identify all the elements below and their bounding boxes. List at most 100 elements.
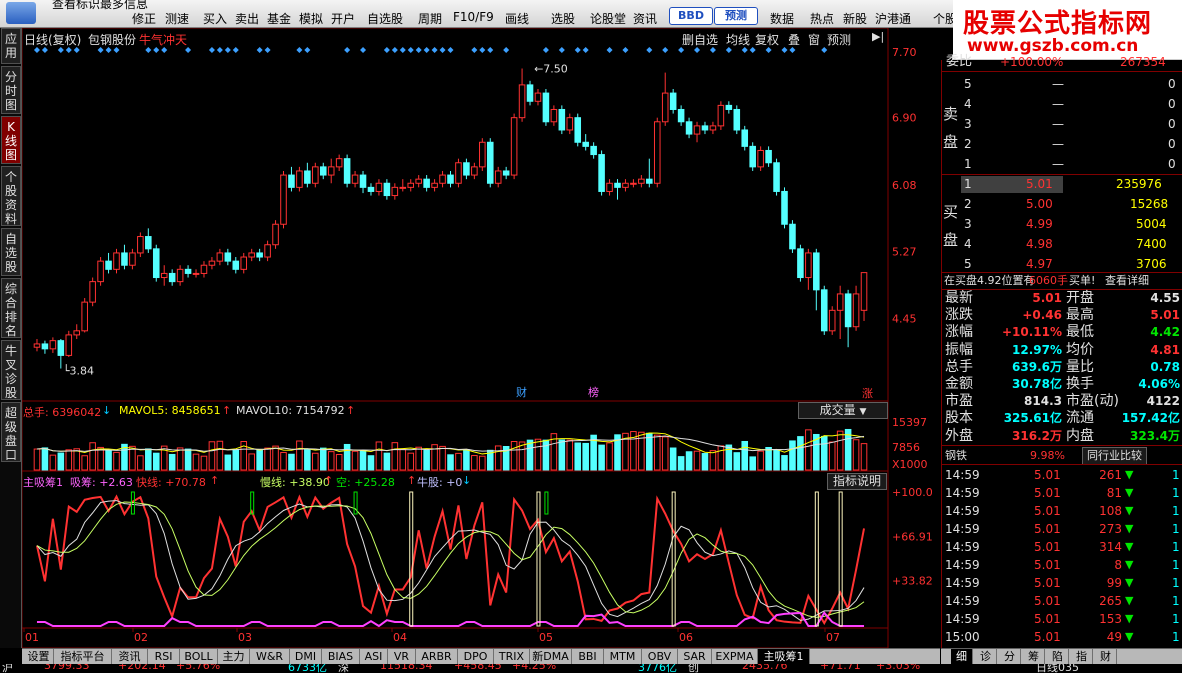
candle xyxy=(614,179,621,200)
signal-diamond xyxy=(574,47,581,53)
chart-header-button[interactable]: 窗 xyxy=(808,31,820,48)
toolbar-button[interactable]: 周期 xyxy=(418,10,442,26)
indicator-tab[interactable]: W&R xyxy=(250,649,290,665)
indicator-tab[interactable]: ASI xyxy=(360,649,388,665)
toolbar-button[interactable]: 数据 xyxy=(770,10,794,26)
indicator-tab[interactable]: OBV xyxy=(642,649,678,665)
chart-header-button[interactable]: 复权 xyxy=(755,31,779,48)
nav-tab[interactable]: 应用 xyxy=(1,28,21,64)
buy-level: 5 xyxy=(964,257,972,271)
nav-tab[interactable]: 牛叉诊股 xyxy=(1,340,21,400)
chart-header-button[interactable]: 删自选 xyxy=(682,31,718,48)
buy-label: 买盘 xyxy=(943,203,959,249)
divider xyxy=(942,71,1182,72)
candle xyxy=(304,162,311,188)
toolbar-button[interactable]: 画线 xyxy=(505,10,529,26)
indicator-tab[interactable]: 资讯 xyxy=(112,649,148,665)
candle xyxy=(296,166,303,192)
nav-tab[interactable]: 个股资料 xyxy=(1,166,21,226)
toolbar-button[interactable]: 自选股 xyxy=(367,10,403,26)
candle xyxy=(574,113,582,147)
chart-area[interactable]: 7.70 6.90 6.08 5.27 4.45 ←7.50 └3.84 财 榜 涨 15397 78… xyxy=(21,27,940,649)
industry-pct: 9.98% xyxy=(1030,449,1065,462)
indicator-tick-label: +33.82 xyxy=(892,575,933,588)
candle xyxy=(288,166,295,192)
toolbar-button[interactable]: 买入 xyxy=(203,10,227,26)
nav-tab[interactable]: K线图 xyxy=(1,116,21,164)
toolbar-button[interactable]: 资讯 xyxy=(633,10,657,26)
indicator-tab[interactable]: MTM xyxy=(604,649,642,665)
limit-up-marker[interactable]: 涨 xyxy=(862,387,873,400)
nav-tab[interactable]: 综合排名 xyxy=(1,278,21,338)
toolbar-button[interactable]: 模拟 xyxy=(299,10,323,26)
candle xyxy=(558,105,566,135)
candle xyxy=(319,162,327,180)
toolbar-button[interactable]: 修正 xyxy=(132,10,156,26)
toolbar-button[interactable]: 卖出 xyxy=(235,10,259,26)
status-item: +3.03% xyxy=(876,664,921,672)
toolbar-box-button[interactable]: BBD xyxy=(669,7,713,25)
brand-url: www.gszb.com.cn xyxy=(967,36,1139,56)
chart-header-button[interactable]: 叠 xyxy=(788,31,800,48)
nav-tab[interactable]: 超级盘口 xyxy=(1,402,21,462)
toolbar-button[interactable]: 测速 xyxy=(165,10,189,26)
indicator-tab[interactable]: BBI xyxy=(572,649,604,665)
indicator-tab[interactable]: 新DMA xyxy=(530,649,572,665)
quote-tab[interactable]: 分 xyxy=(999,649,1021,665)
volume-bar xyxy=(526,439,534,471)
indicator-tab[interactable]: EXPMA xyxy=(712,649,758,665)
indicator-help-button[interactable]: 指标说明 xyxy=(827,473,887,490)
toolbar-button[interactable]: 基金 xyxy=(267,10,291,26)
indicator-tab[interactable]: BOLL xyxy=(180,649,218,665)
toolbar-button[interactable]: F10/F9 xyxy=(453,10,494,26)
toolbar-button[interactable]: 开户 xyxy=(331,10,355,26)
volume-dropdown[interactable]: 成交量 ▼ xyxy=(798,402,888,419)
candle xyxy=(836,285,844,340)
indicator-tab[interactable]: TRIX xyxy=(494,649,530,665)
industry-compare-button[interactable]: 同行业比较 xyxy=(1082,447,1147,465)
volume-bar xyxy=(375,441,383,471)
nav-tab[interactable]: 自选股 xyxy=(1,228,21,276)
indicator-tab[interactable]: BIAS xyxy=(322,649,360,665)
indicator-tab[interactable]: 主力 xyxy=(218,649,250,665)
indicator-niugu: 牛股: +0 xyxy=(417,476,463,489)
candle xyxy=(145,228,152,253)
indicator-tab[interactable]: DMI xyxy=(290,649,322,665)
chart-header-button[interactable]: 预测 xyxy=(827,31,851,48)
kline-chart[interactable]: 7.70 6.90 6.08 5.27 4.45 ←7.50 └3.84 财 榜 涨 15397 78… xyxy=(21,27,940,649)
toolbar-box-button[interactable]: 预测 xyxy=(714,7,758,25)
candle xyxy=(335,154,343,171)
rank-marker[interactable]: 榜 xyxy=(588,385,599,399)
indicator-tab[interactable]: DPO xyxy=(458,649,494,665)
chart-menu-icon[interactable]: ▶| xyxy=(872,30,884,43)
quote-tab[interactable]: 筹 xyxy=(1023,649,1045,665)
indicator-tab[interactable]: 指标平台 xyxy=(54,649,112,665)
toolbar-button[interactable]: 热点 xyxy=(810,10,834,26)
indicator-tab[interactable]: ARBR xyxy=(416,649,458,665)
toolbar-button[interactable]: 选股 xyxy=(551,10,575,26)
quote-tab[interactable]: 财 xyxy=(1095,649,1117,665)
indicator-tab[interactable]: RSI xyxy=(148,649,180,665)
quote-tab[interactable]: 诊 xyxy=(975,649,997,665)
quote-tab[interactable]: 细 xyxy=(951,649,973,665)
status-item: 创 xyxy=(688,664,699,673)
toolbar-button[interactable]: 沪港通 xyxy=(875,10,911,26)
indicator-tab[interactable]: SAR xyxy=(678,649,712,665)
volume-bar xyxy=(781,455,788,471)
quote-tab[interactable]: 陷 xyxy=(1047,649,1069,665)
toolbar-button[interactable]: 论股堂 xyxy=(590,10,626,26)
indicator-tab[interactable]: 设置 xyxy=(24,649,54,665)
toolbar-button[interactable]: 新股 xyxy=(843,10,867,26)
buy-level: 4 xyxy=(964,237,972,251)
volume-bar xyxy=(439,445,446,471)
indicator-tab[interactable]: VR xyxy=(388,649,416,665)
indicator-tab[interactable]: 主吸筹1 xyxy=(758,649,810,665)
notice-detail-link[interactable]: 查看详细 xyxy=(1105,273,1149,289)
finance-marker[interactable]: 财 xyxy=(516,385,527,399)
volume-bar xyxy=(192,453,200,471)
volume-bar xyxy=(479,455,486,471)
chart-header-button[interactable]: 均线 xyxy=(726,31,750,48)
nav-tab[interactable]: 分时图 xyxy=(1,66,21,114)
price-tick-label: 5.27 xyxy=(892,245,917,258)
quote-tab[interactable]: 指 xyxy=(1071,649,1093,665)
